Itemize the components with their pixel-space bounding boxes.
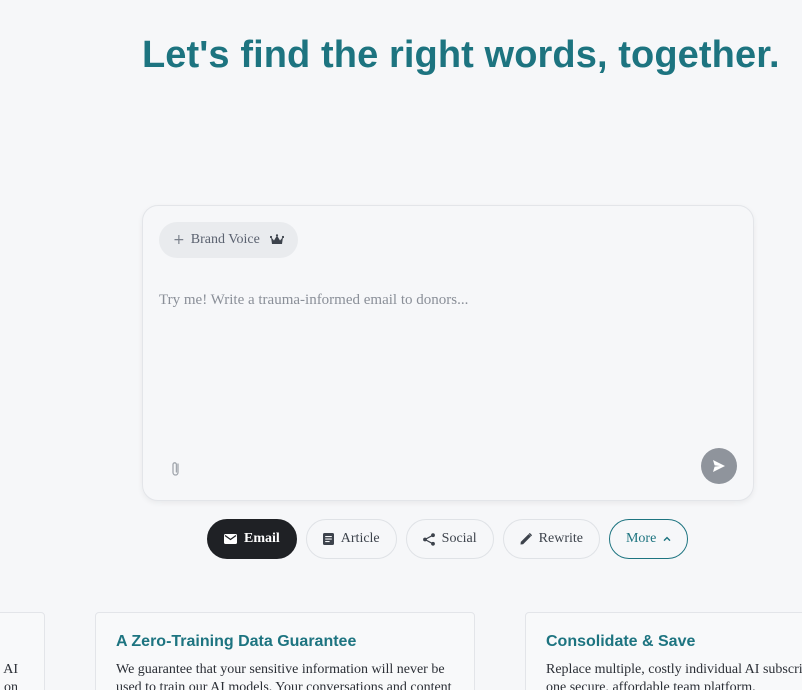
guarantee-text: We guarantee that your sensitive informa… xyxy=(116,662,452,690)
composer-card: + Brand Voice xyxy=(142,205,754,501)
prompt-input[interactable] xyxy=(159,292,735,432)
email-label: Email xyxy=(244,531,280,546)
page: Let's find the right words, together. + … xyxy=(0,0,802,690)
partial-line-1: AI xyxy=(3,662,18,677)
feature-card-guarantee: A Zero-Training Data Guarantee We guaran… xyxy=(95,612,475,690)
feature-card-consolidate: Consolidate & Save Replace multiple, cos… xyxy=(525,612,802,690)
partial-card-text: AI on xyxy=(3,661,18,690)
rewrite-button[interactable]: Rewrite xyxy=(502,519,600,559)
mail-icon xyxy=(224,534,237,544)
article-label: Article xyxy=(340,531,380,546)
more-label: More xyxy=(625,531,657,546)
content-type-selector: Email Article Social Rewrite More xyxy=(207,519,689,559)
chevron-up-icon xyxy=(663,536,671,542)
social-label: Social xyxy=(441,531,477,546)
guarantee-title: A Zero-Training Data Guarantee xyxy=(116,633,357,650)
article-button[interactable]: Article xyxy=(305,519,397,559)
social-button[interactable]: Social xyxy=(405,519,494,559)
article-icon xyxy=(322,533,334,545)
partial-line-2: on xyxy=(4,680,18,690)
email-button[interactable]: Email xyxy=(207,519,297,559)
page-title: Let's find the right words, together. xyxy=(142,34,780,76)
pencil-icon xyxy=(520,533,532,545)
crown-icon xyxy=(269,234,284,244)
send-button[interactable] xyxy=(701,448,737,484)
rewrite-label: Rewrite xyxy=(538,531,583,546)
brand-voice-label: Brand Voice xyxy=(190,232,260,247)
consolidate-text: Replace multiple, costly individual AI s… xyxy=(546,662,802,690)
send-icon xyxy=(713,460,725,472)
plus-icon: + xyxy=(173,232,185,248)
feature-card-partial: AI on xyxy=(0,612,45,690)
more-button[interactable]: More xyxy=(608,519,689,559)
brand-voice-button[interactable]: + Brand Voice xyxy=(159,222,298,258)
paperclip-icon[interactable] xyxy=(169,460,183,478)
consolidate-title: Consolidate & Save xyxy=(546,633,696,650)
share-icon xyxy=(422,532,435,546)
